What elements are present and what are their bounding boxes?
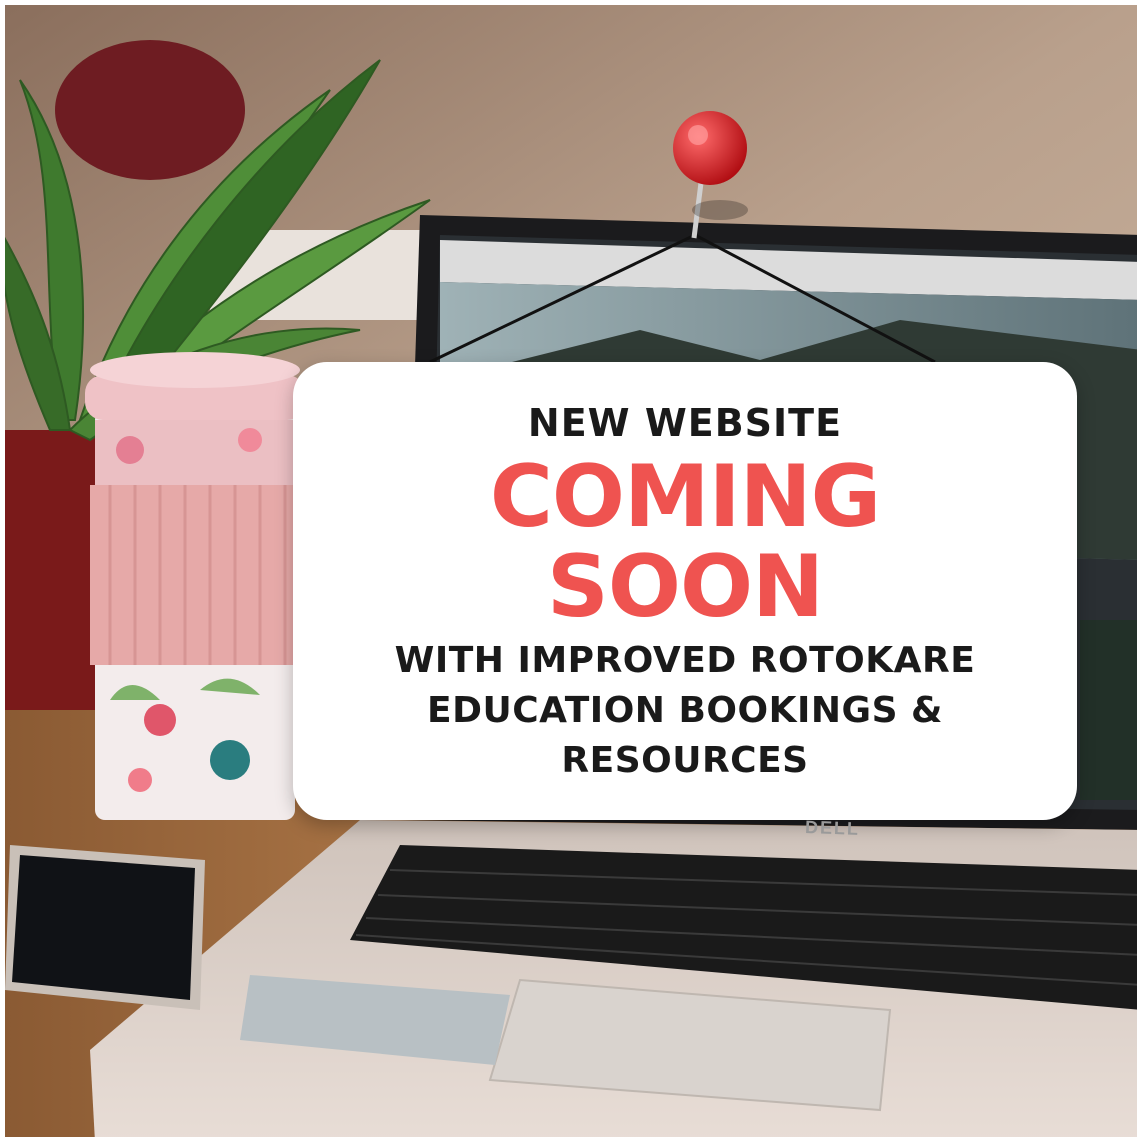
new-website-label: NEW WEBSITE [527,401,843,445]
coming-soon-card: NEW WEBSITE COMING SOON WITH IMPROVED RO… [293,362,1077,820]
coming-headline: COMING [489,447,881,547]
details-line-2: EDUCATION BOOKINGS & [427,690,943,731]
laptop-brand-logo: DELL [804,817,861,839]
smartphone [5,845,205,1010]
photo-scene: NEW WEBSITE COMING SOON WITH IMPROVED RO… [0,0,1142,1142]
soon-headline: SOON [546,537,824,637]
details-line-1: WITH IMPROVED ROTOKARE [394,640,976,681]
details-text: WITH IMPROVED ROTOKARE EDUCATION BOOKING… [293,636,1077,786]
coffee-cup [85,352,305,820]
details-line-3: RESOURCES [561,740,809,781]
